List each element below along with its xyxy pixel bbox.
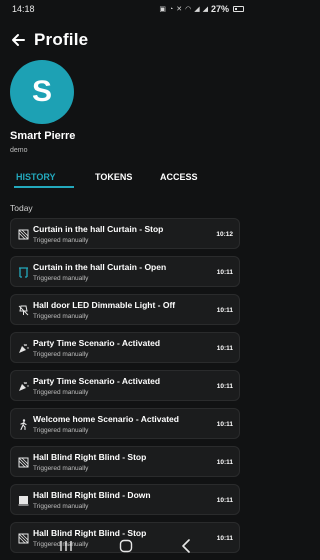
history-item-title: Hall Blind Right Blind - Down	[33, 490, 151, 500]
header: Profile	[10, 28, 88, 52]
history-item-time: 10:11	[216, 307, 233, 314]
home-icon[interactable]	[116, 536, 136, 556]
history-item-subtitle: Triggered manually	[33, 503, 89, 510]
back-nav-icon[interactable]	[176, 536, 196, 556]
history-item-subtitle: Triggered manually	[33, 275, 89, 282]
recent-apps-icon[interactable]	[56, 536, 76, 556]
user-name: Smart Pierre	[10, 130, 76, 142]
history-item[interactable]: Party Time Scenario - Activated Triggere…	[10, 370, 240, 401]
history-item-subtitle: Triggered manually	[33, 237, 89, 244]
wifi-icon: ◠	[185, 5, 192, 13]
history-item-subtitle: Triggered manually	[33, 313, 89, 320]
history-item[interactable]: Curtain in the hall Curtain - Stop Trigg…	[10, 218, 240, 249]
history-item-time: 10:11	[216, 383, 233, 390]
history-item-time: 10:11	[216, 421, 233, 428]
curtain-open-icon	[17, 266, 29, 278]
section-label-today: Today	[10, 203, 33, 213]
history-item-subtitle: Triggered manually	[33, 351, 89, 358]
history-item-title: Party Time Scenario - Activated	[33, 376, 161, 386]
history-item[interactable]: Party Time Scenario - Activated Triggere…	[10, 332, 240, 363]
avatar: S	[10, 60, 74, 124]
history-item-title: Curtain in the hall Curtain - Open	[33, 262, 167, 272]
history-item[interactable]: Curtain in the hall Curtain - Open Trigg…	[10, 256, 240, 287]
walking-icon	[17, 418, 29, 430]
signal-icon-2: ◢	[202, 5, 208, 13]
history-item-title: Curtain in the hall Curtain - Stop	[33, 224, 164, 234]
blind-down-icon	[17, 494, 29, 506]
history-item-subtitle: Triggered manually	[33, 389, 89, 396]
signal-icon: ◢	[194, 5, 200, 13]
system-nav-bar	[0, 532, 252, 560]
status-bar: 14:18 ▣ ◔ ✕ ◠ ◢ ◢ 27%	[0, 0, 252, 18]
active-tab-indicator	[14, 186, 74, 188]
history-item-time: 10:11	[216, 345, 233, 352]
history-item-time: 10:12	[216, 231, 233, 238]
mute-icon: ✕	[176, 5, 183, 13]
history-item-time: 10:11	[216, 497, 233, 504]
history-item[interactable]: Hall door LED Dimmable Light - Off Trigg…	[10, 294, 240, 325]
back-arrow-icon[interactable]	[10, 32, 26, 48]
party-icon	[17, 380, 29, 392]
tab-tokens[interactable]: TOKENS	[95, 172, 132, 182]
light-icon	[17, 304, 29, 316]
history-item-title: Hall door LED Dimmable Light - Off	[33, 300, 176, 310]
blind-icon	[17, 456, 29, 468]
curtain-icon	[17, 228, 29, 240]
status-time: 14:18	[12, 4, 35, 14]
history-item-time: 10:11	[216, 459, 233, 466]
user-subtitle: demo	[10, 147, 28, 154]
tab-access[interactable]: ACCESS	[160, 172, 198, 182]
history-item[interactable]: Hall Blind Right Blind - Down Triggered …	[10, 484, 240, 515]
history-item-title: Party Time Scenario - Activated	[33, 338, 161, 348]
alarm-icon: ◔	[168, 5, 174, 13]
history-item-subtitle: Triggered manually	[33, 427, 89, 434]
history-item-title: Welcome home Scenario - Activated	[33, 414, 179, 424]
battery-level: 27%	[210, 4, 229, 14]
history-item[interactable]: Hall Blind Right Blind - Stop Triggered …	[10, 446, 240, 477]
photo-icon: ▣	[159, 5, 166, 13]
tab-history[interactable]: HISTORY	[16, 172, 56, 182]
history-item[interactable]: Welcome home Scenario - Activated Trigge…	[10, 408, 240, 439]
party-icon	[17, 342, 29, 354]
status-icons: ▣ ◔ ✕ ◠ ◢ ◢ 27%	[159, 4, 244, 14]
battery-icon	[233, 6, 244, 12]
history-item-title: Hall Blind Right Blind - Stop	[33, 452, 147, 462]
history-item-subtitle: Triggered manually	[33, 465, 89, 472]
page-title: Profile	[34, 30, 89, 49]
history-item-time: 10:11	[216, 269, 233, 276]
